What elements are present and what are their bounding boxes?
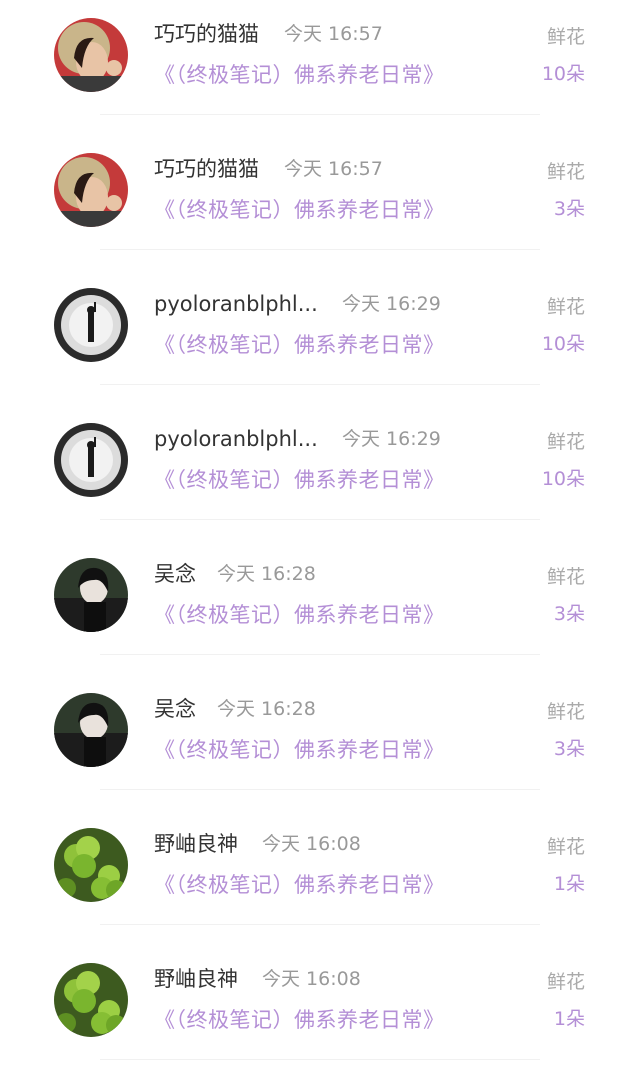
- book-title[interactable]: 《（终极笔记）佛系养老日常》: [154, 735, 445, 765]
- gift-label: 鲜花: [546, 296, 585, 318]
- user-name[interactable]: 吴念: [154, 695, 196, 723]
- gift-label: 鲜花: [546, 161, 585, 183]
- avatar[interactable]: [54, 153, 128, 227]
- timestamp: 今天 16:57: [284, 158, 383, 180]
- gift-label: 鲜花: [546, 971, 585, 993]
- user-name[interactable]: pyoloranblphl...: [154, 290, 318, 318]
- user-name[interactable]: pyoloranblphl...: [154, 425, 318, 453]
- timestamp: 今天 16:29: [342, 428, 441, 450]
- timestamp: 今天 16:57: [284, 23, 383, 45]
- book-title[interactable]: 《（终极笔记）佛系养老日常》: [154, 870, 445, 900]
- user-name[interactable]: 吴念: [154, 560, 196, 588]
- book-title[interactable]: 《（终极笔记）佛系养老日常》: [154, 60, 445, 90]
- gift-count: 1朵: [553, 1008, 585, 1030]
- list-item[interactable]: pyoloranblphl... 今天 16:29 《（终极笔记）佛系养老日常》…: [0, 250, 640, 385]
- book-title[interactable]: 《（终极笔记）佛系养老日常》: [154, 465, 445, 495]
- gift-label: 鲜花: [546, 431, 585, 453]
- avatar[interactable]: [54, 828, 128, 902]
- timestamp: 今天 16:08: [262, 968, 361, 990]
- list-item[interactable]: 巧巧的猫猫 今天 16:57 《（终极笔记）佛系养老日常》 鲜花 10朵: [0, 0, 640, 115]
- avatar[interactable]: [54, 288, 128, 362]
- list-item[interactable]: 野岫良神 今天 16:08 《（终极笔记）佛系养老日常》 鲜花 1朵: [0, 925, 640, 1060]
- gift-label: 鲜花: [546, 701, 585, 723]
- gift-count: 1朵: [553, 873, 585, 895]
- book-title[interactable]: 《（终极笔记）佛系养老日常》: [154, 600, 445, 630]
- timestamp: 今天 16:28: [217, 563, 316, 585]
- timestamp: 今天 16:08: [262, 833, 361, 855]
- avatar[interactable]: [54, 693, 128, 767]
- gift-count: 3朵: [553, 738, 585, 760]
- timestamp: 今天 16:28: [217, 698, 316, 720]
- user-name[interactable]: 巧巧的猫猫: [154, 20, 259, 48]
- book-title[interactable]: 《（终极笔记）佛系养老日常》: [154, 330, 445, 360]
- gift-record-list: 巧巧的猫猫 今天 16:57 《（终极笔记）佛系养老日常》 鲜花 10朵 巧巧的…: [0, 0, 640, 1080]
- gift-label: 鲜花: [546, 566, 585, 588]
- gift-count: 3朵: [553, 603, 585, 625]
- book-title[interactable]: 《（终极笔记）佛系养老日常》: [154, 195, 445, 225]
- list-item[interactable]: 吴念 今天 16:28 《（终极笔记）佛系养老日常》 鲜花 3朵: [0, 655, 640, 790]
- avatar[interactable]: [54, 18, 128, 92]
- gift-label: 鲜花: [546, 836, 585, 858]
- avatar[interactable]: [54, 963, 128, 1037]
- list-item[interactable]: 吴念 今天 16:28 《（终极笔记）佛系养老日常》 鲜花 3朵: [0, 520, 640, 655]
- book-title[interactable]: 《（终极笔记）佛系养老日常》: [154, 1005, 445, 1035]
- list-item[interactable]: pyoloranblphl... 今天 16:29 《（终极笔记）佛系养老日常》…: [0, 385, 640, 520]
- avatar[interactable]: [54, 558, 128, 632]
- gift-count: 10朵: [541, 333, 585, 355]
- gift-count: 10朵: [541, 468, 585, 490]
- avatar[interactable]: [54, 423, 128, 497]
- user-name[interactable]: 野岫良神: [154, 830, 238, 858]
- gift-count: 3朵: [553, 198, 585, 220]
- divider: [100, 1059, 540, 1060]
- list-item[interactable]: 巧巧的猫猫 今天 16:57 《（终极笔记）佛系养老日常》 鲜花 3朵: [0, 115, 640, 250]
- gift-label: 鲜花: [546, 26, 585, 48]
- user-name[interactable]: 巧巧的猫猫: [154, 155, 259, 183]
- timestamp: 今天 16:29: [342, 293, 441, 315]
- user-name[interactable]: 野岫良神: [154, 965, 238, 993]
- gift-count: 10朵: [541, 63, 585, 85]
- list-item[interactable]: 野岫良神 今天 16:08 《（终极笔记）佛系养老日常》 鲜花 1朵: [0, 790, 640, 925]
